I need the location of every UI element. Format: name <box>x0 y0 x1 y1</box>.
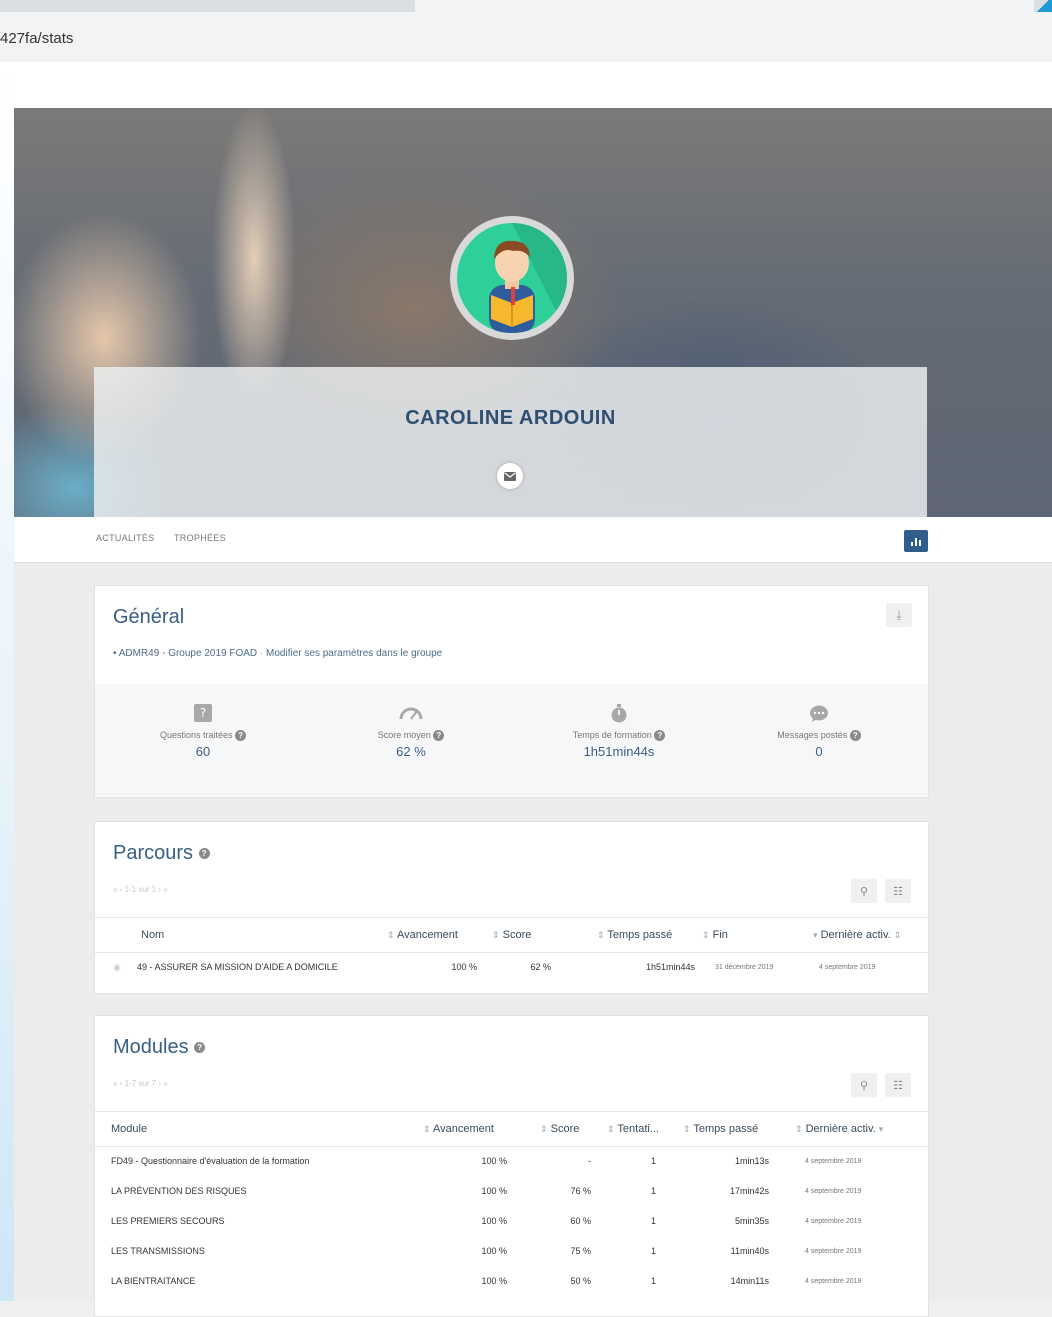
stat-label: Questions traitées <box>159 730 233 740</box>
stat-value: 1h51min44s <box>583 744 655 760</box>
stats-button[interactable] <box>904 530 928 552</box>
profile-name: CAROLINE ARDOUIN <box>405 407 616 429</box>
stat-label: Messages postés <box>777 730 848 740</box>
pager-label: 1-1 sur 1 <box>124 885 157 894</box>
info-icon[interactable]: ? <box>433 730 445 742</box>
col-avancement[interactable]: ⇕ Avancement <box>423 1123 494 1135</box>
columns-button[interactable]: ☷ <box>885 1073 911 1097</box>
tab-actualites[interactable]: ACTUALITÉS <box>96 533 155 543</box>
general-card: Général ⤓ • ADMR49 - Groupe 2019 FOAD · … <box>94 585 929 798</box>
search-button[interactable]: ⚲ <box>851 879 877 903</box>
modules-card: Modules ? « ‹ 1-7 sur 7 › » ⚲ ☷ Module ⇕… <box>94 1015 929 1317</box>
stopwatch-icon <box>519 702 719 724</box>
reading-child-icon <box>489 223 567 333</box>
send-message-button[interactable] <box>497 463 523 489</box>
stat-questions: ? Questions traitées ? 60 <box>103 702 303 759</box>
col-tentatives[interactable]: ⇕ Tentati... <box>607 1123 659 1135</box>
col-nom[interactable]: Nom <box>141 929 164 941</box>
left-background-edge <box>0 62 14 1301</box>
question-icon: ? <box>103 702 303 724</box>
url-text[interactable]: 427fa/stats <box>0 30 73 47</box>
stats-strip: ? Questions traitées ? 60 Score moyen ? … <box>95 684 928 796</box>
group-settings-link[interactable]: Modifier ses paramètres dans le groupe <box>266 648 442 659</box>
info-icon[interactable]: ? <box>235 730 247 742</box>
parcours-title: Parcours <box>113 842 194 864</box>
col-derniere[interactable]: ▾ Dernière activ. ⇕ <box>813 929 901 941</box>
envelope-icon <box>504 471 516 481</box>
browser-active-tab[interactable] <box>415 0 1035 12</box>
download-button[interactable]: ⤓ <box>886 603 912 627</box>
stat-time: Temps de formation ? 1h51min44s <box>519 702 719 759</box>
bar-chart-icon <box>911 537 921 546</box>
search-icon: ⚲ <box>859 1079 869 1092</box>
columns-button[interactable]: ☷ <box>885 879 911 903</box>
browser-address-bar: 427fa/stats <box>0 0 1052 63</box>
table-row[interactable]: FD49 - Questionnaire d'évaluation de la … <box>95 1147 928 1177</box>
chat-icon <box>719 702 919 724</box>
stat-label: Score moyen <box>377 730 431 740</box>
stat-value: 60 <box>195 744 211 760</box>
parcours-pager: « ‹ 1-1 sur 1 › » <box>113 885 168 894</box>
info-icon[interactable]: ? <box>849 730 861 742</box>
table-row[interactable]: LES PREMIERS SECOURS 100 % 60 % 1 5min35… <box>95 1207 928 1237</box>
search-button[interactable]: ⚲ <box>851 1073 877 1097</box>
table-row[interactable]: ◉ 49 - ASSURER SA MISSION D'AIDE A DOMIC… <box>95 953 928 983</box>
modules-pager: « ‹ 1-7 sur 7 › » <box>113 1079 168 1088</box>
parcours-table-header: Nom ⇕ Avancement ⇕ Score ⇕ Temps passé ⇕… <box>95 917 928 953</box>
info-icon[interactable]: ? <box>198 848 210 860</box>
table-row[interactable]: LA BIENTRAITANCE 100 % 50 % 1 14min11s 4… <box>95 1267 928 1297</box>
info-icon[interactable]: ? <box>194 1042 206 1054</box>
columns-icon: ☷ <box>893 1079 903 1092</box>
modules-table-header: Module ⇕ Avancement ⇕ Score ⇕ Tentati...… <box>95 1111 928 1147</box>
stat-label: Temps de formation <box>572 730 652 740</box>
general-title: Général <box>113 606 185 628</box>
col-score[interactable]: ⇕ Score <box>540 1123 579 1135</box>
table-row[interactable]: LA PRÉVENTION DES RISQUES 100 % 76 % 1 1… <box>95 1177 928 1207</box>
group-line: • ADMR49 - Groupe 2019 FOAD · Modifier s… <box>113 648 442 659</box>
group-name-link[interactable]: ADMR49 - Groupe 2019 FOAD <box>119 648 257 659</box>
avatar <box>450 216 574 340</box>
avatar-illustration <box>457 223 567 333</box>
stat-value: 0 <box>815 744 823 760</box>
modules-title: Modules <box>113 1036 189 1058</box>
group-separator: · <box>259 648 264 659</box>
parcours-card: Parcours ? « ‹ 1-1 sur 1 › » ⚲ ☷ Nom ⇕ A… <box>94 821 929 994</box>
col-module[interactable]: Module <box>111 1123 147 1135</box>
stat-messages: Messages postés ? 0 <box>719 702 919 759</box>
profile-tabs-bar: ACTUALITÉS TROPHÉES <box>14 517 1052 563</box>
stat-value: 62 % <box>396 744 426 760</box>
browser-corner-logo <box>1034 0 1052 12</box>
col-temps[interactable]: ⇕ Temps passé <box>683 1123 758 1135</box>
col-avancement[interactable]: ⇕ Avancement <box>387 929 458 941</box>
tab-trophees[interactable]: TROPHÉES <box>174 533 226 543</box>
table-row[interactable]: LES TRANSMISSIONS 100 % 75 % 1 11min40s … <box>95 1237 928 1267</box>
top-spacer <box>14 62 1052 108</box>
columns-icon: ☷ <box>893 885 903 898</box>
col-temps[interactable]: ⇕ Temps passé <box>597 929 672 941</box>
download-icon: ⤓ <box>896 607 902 622</box>
profile-hero-banner: CAROLINE ARDOUIN <box>14 108 1052 517</box>
svg-text:?: ? <box>200 706 206 720</box>
stat-score: Score moyen ? 62 % <box>311 702 511 759</box>
info-icon[interactable]: ? <box>654 730 666 742</box>
search-icon: ⚲ <box>859 885 869 898</box>
eye-icon[interactable]: ◉ <box>113 962 121 973</box>
col-fin[interactable]: ⇕ Fin <box>702 929 728 941</box>
profile-name-panel: CAROLINE ARDOUIN <box>94 367 927 517</box>
col-score[interactable]: ⇕ Score <box>492 929 531 941</box>
col-derniere[interactable]: ⇕ Dernière activ. ▾ <box>795 1123 883 1135</box>
gauge-icon <box>311 702 511 724</box>
pager-label: 1-7 sur 7 <box>124 1079 157 1088</box>
browser-tabstrip <box>0 0 1052 12</box>
page: CAROLINE ARDOUIN ACTUALITÉS TROPHÉES Gén… <box>14 62 1052 1317</box>
